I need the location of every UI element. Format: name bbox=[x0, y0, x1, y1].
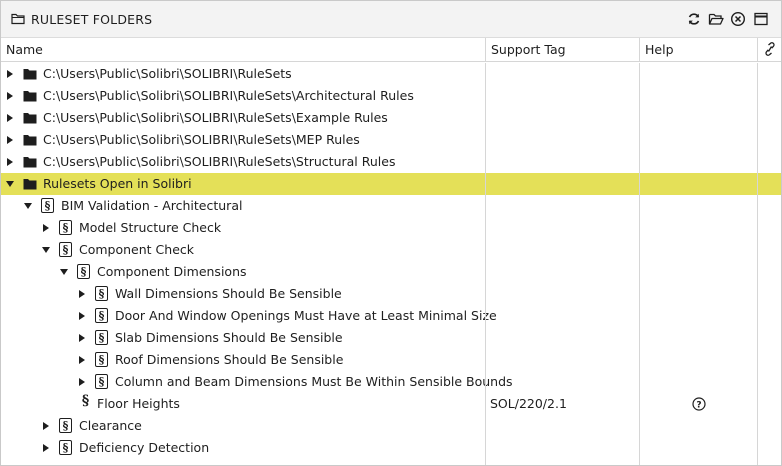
expand-caret-icon[interactable] bbox=[79, 312, 85, 320]
expand-caret-icon[interactable] bbox=[7, 92, 13, 100]
row-label: C:\Users\Public\Solibri\SOLIBRI\RuleSets… bbox=[43, 88, 414, 103]
ruleset-folders-panel: RULESET FOLDERS Name Support Tag Help C:… bbox=[0, 0, 782, 466]
column-divider-link bbox=[757, 63, 758, 465]
column-header-name[interactable]: Name bbox=[1, 38, 485, 61]
svg-text:?: ? bbox=[696, 400, 701, 410]
collapse-caret-icon[interactable] bbox=[6, 181, 14, 187]
row-label: Roof Dimensions Should Be Sensible bbox=[115, 352, 344, 367]
open-folder-icon[interactable] bbox=[708, 11, 724, 27]
expand-caret-icon[interactable] bbox=[79, 290, 85, 298]
row-label: C:\Users\Public\Solibri\SOLIBRI\RuleSets… bbox=[43, 110, 388, 125]
ruleset-icon: § bbox=[95, 330, 108, 345]
ruleset-row[interactable]: § Model Structure Check bbox=[1, 217, 781, 239]
panel-title: RULESET FOLDERS bbox=[31, 12, 153, 27]
ruleset-row[interactable]: § Column and Beam Dimensions Must Be With… bbox=[1, 371, 781, 393]
panel-title-bar: RULESET FOLDERS bbox=[1, 1, 781, 38]
ruleset-icon: § bbox=[59, 220, 72, 235]
ruleset-row[interactable]: § Wall Dimensions Should Be Sensible bbox=[1, 283, 781, 305]
refresh-icon[interactable] bbox=[686, 11, 702, 27]
column-header-help[interactable]: Help bbox=[639, 38, 757, 61]
row-label: Floor Heights bbox=[97, 396, 180, 411]
row-label: Rulesets Open in Solibri bbox=[43, 176, 192, 191]
column-header-link[interactable] bbox=[757, 38, 781, 61]
row-label: Deficiency Detection bbox=[79, 440, 210, 455]
ruleset-row[interactable]: § Clearance bbox=[1, 415, 781, 437]
ruleset-icon: § bbox=[95, 308, 108, 323]
column-divider-tag bbox=[485, 63, 486, 465]
folder-row[interactable]: C:\Users\Public\Solibri\SOLIBRI\RuleSets bbox=[1, 63, 781, 85]
ruleset-icon: § bbox=[95, 352, 108, 367]
ruleset-row[interactable]: § Component Dimensions bbox=[1, 261, 781, 283]
folder-outline-icon bbox=[11, 12, 25, 25]
folder-row[interactable]: Rulesets Open in Solibri bbox=[1, 173, 781, 195]
ruleset-row[interactable]: § Roof Dimensions Should Be Sensible bbox=[1, 349, 781, 371]
collapse-caret-icon[interactable] bbox=[42, 247, 50, 253]
link-icon bbox=[765, 42, 775, 56]
folder-row[interactable]: C:\Users\Public\Solibri\SOLIBRI\RuleSets… bbox=[1, 85, 781, 107]
row-label: Slab Dimensions Should Be Sensible bbox=[115, 330, 343, 345]
ruleset-icon: § bbox=[77, 264, 90, 279]
folder-icon bbox=[23, 179, 37, 190]
folder-icon bbox=[23, 157, 37, 168]
collapse-caret-icon[interactable] bbox=[60, 269, 68, 275]
folder-row[interactable]: C:\Users\Public\Solibri\SOLIBRI\RuleSets… bbox=[1, 107, 781, 129]
expand-caret-icon[interactable] bbox=[79, 378, 85, 386]
folder-icon bbox=[23, 91, 37, 102]
row-label: C:\Users\Public\Solibri\SOLIBRI\RuleSets… bbox=[43, 154, 396, 169]
expand-caret-icon[interactable] bbox=[7, 158, 13, 166]
row-label: C:\Users\Public\Solibri\SOLIBRI\RuleSets… bbox=[43, 132, 360, 147]
folder-icon bbox=[23, 69, 37, 80]
table-header: Name Support Tag Help bbox=[1, 38, 781, 62]
rule-row[interactable]: § Floor Heights SOL/220/2.1? bbox=[1, 393, 781, 415]
column-header-support-tag[interactable]: Support Tag bbox=[485, 38, 639, 61]
ruleset-row[interactable]: § Component Check bbox=[1, 239, 781, 261]
ruleset-icon: § bbox=[95, 286, 108, 301]
maximize-icon[interactable] bbox=[753, 11, 769, 27]
row-label: Clearance bbox=[79, 418, 142, 433]
expand-caret-icon[interactable] bbox=[7, 70, 13, 78]
expand-caret-icon[interactable] bbox=[7, 114, 13, 122]
close-circle-icon[interactable] bbox=[730, 11, 746, 27]
expand-caret-icon[interactable] bbox=[79, 356, 85, 364]
folder-row[interactable]: C:\Users\Public\Solibri\SOLIBRI\RuleSets… bbox=[1, 129, 781, 151]
row-label: BIM Validation - Architectural bbox=[61, 198, 243, 213]
row-label: Component Check bbox=[79, 242, 194, 257]
ruleset-icon: § bbox=[95, 374, 108, 389]
row-label: Wall Dimensions Should Be Sensible bbox=[115, 286, 342, 301]
ruleset-icon: § bbox=[59, 440, 72, 455]
ruleset-row[interactable]: § Slab Dimensions Should Be Sensible bbox=[1, 327, 781, 349]
help-icon[interactable]: ? bbox=[692, 397, 706, 411]
expand-caret-icon[interactable] bbox=[7, 136, 13, 144]
expand-caret-icon[interactable] bbox=[79, 334, 85, 342]
ruleset-row[interactable]: § Deficiency Detection bbox=[1, 437, 781, 459]
folder-icon bbox=[23, 135, 37, 146]
expand-caret-icon[interactable] bbox=[43, 444, 49, 452]
ruleset-icon: § bbox=[59, 418, 72, 433]
expand-caret-icon[interactable] bbox=[43, 422, 49, 430]
row-label: Component Dimensions bbox=[97, 264, 247, 279]
row-label: Column and Beam Dimensions Must Be Withi… bbox=[115, 374, 513, 389]
ruleset-icon: § bbox=[59, 242, 72, 257]
support-tag-value: SOL/220/2.1 bbox=[490, 396, 567, 411]
column-divider-help bbox=[639, 63, 640, 465]
row-label: Model Structure Check bbox=[79, 220, 222, 235]
collapse-caret-icon[interactable] bbox=[24, 203, 32, 209]
ruleset-icon: § bbox=[41, 198, 54, 213]
expand-caret-icon[interactable] bbox=[43, 224, 49, 232]
folder-icon bbox=[23, 113, 37, 124]
rule-icon: § bbox=[81, 393, 90, 409]
ruleset-row[interactable]: § Door And Window Openings Must Have at L… bbox=[1, 305, 781, 327]
row-label: C:\Users\Public\Solibri\SOLIBRI\RuleSets bbox=[43, 66, 292, 81]
row-label: Door And Window Openings Must Have at Le… bbox=[115, 308, 497, 323]
ruleset-row[interactable]: § BIM Validation - Architectural bbox=[1, 195, 781, 217]
folder-row[interactable]: C:\Users\Public\Solibri\SOLIBRI\RuleSets… bbox=[1, 151, 781, 173]
